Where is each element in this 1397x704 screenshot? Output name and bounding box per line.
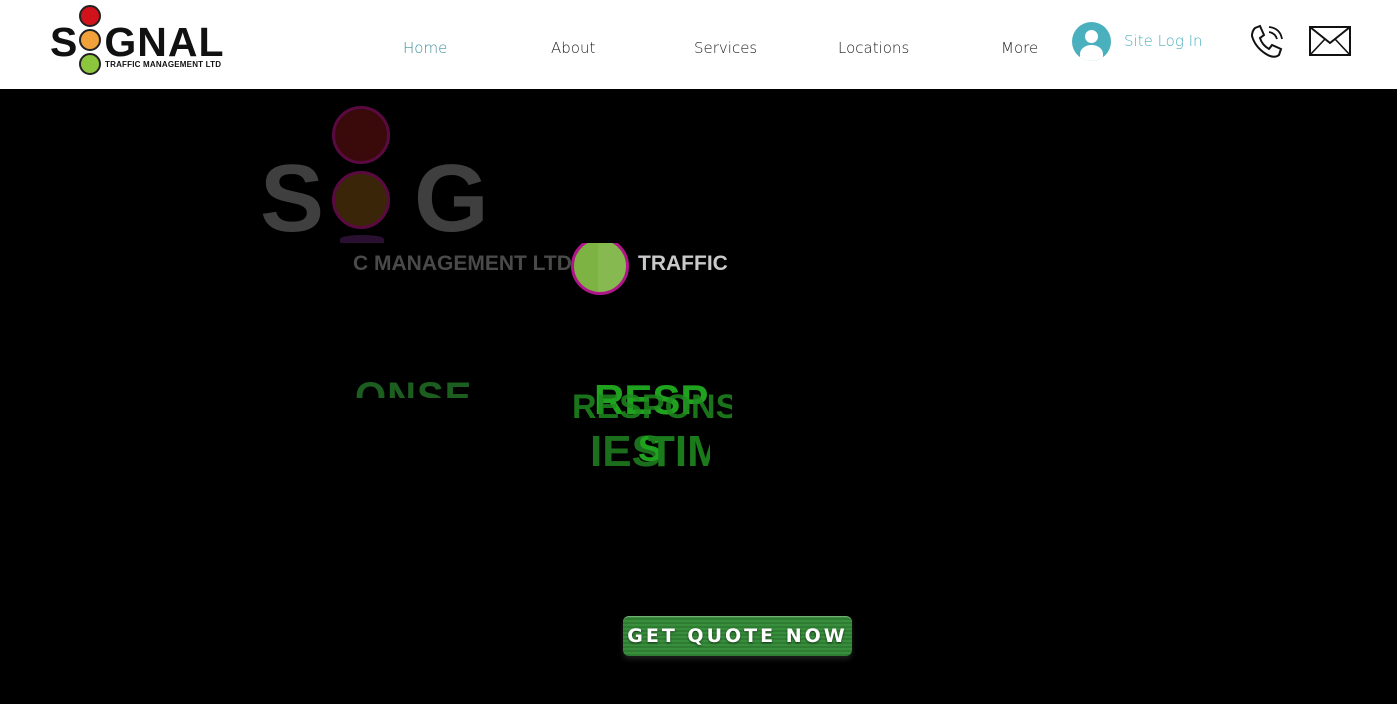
logo-tagline: TRAFFIC MANAGEMENT LTD — [105, 60, 222, 69]
green-light-ball — [571, 237, 629, 295]
hero-section: S G C MANAGEMENT LTD TRAFFIC ONSE RESP R… — [0, 89, 1397, 704]
text-fragment-tim: TIM — [648, 430, 710, 474]
site-login-button[interactable]: Site Log In — [1072, 21, 1203, 61]
logo-word-right: GNAL — [104, 19, 225, 65]
nav-about[interactable]: About — [551, 39, 595, 57]
site-logo[interactable]: S GNAL TRAFFIC MANAGEMENT LTD — [50, 4, 230, 78]
get-quote-button[interactable]: GET QUOTE NOW — [623, 616, 852, 656]
ghost-word-left: S — [260, 145, 325, 252]
ghost-tagline-left: C MANAGEMENT LTD — [353, 252, 572, 275]
ghost-red-light — [332, 106, 390, 164]
ball-mask — [571, 235, 631, 243]
site-header: S GNAL TRAFFIC MANAGEMENT LTD Home About … — [0, 0, 1397, 89]
logo-wordmark: S GNAL — [50, 22, 225, 63]
text-fragment-onse: ONSE — [355, 377, 472, 398]
ghost-amber-light — [332, 171, 390, 229]
phone-icon[interactable] — [1247, 22, 1287, 62]
nav-home[interactable]: Home — [403, 39, 447, 57]
nav-more[interactable]: More — [1001, 39, 1038, 57]
ghost-logo-word: S G — [260, 151, 489, 247]
mail-icon[interactable] — [1309, 26, 1351, 56]
ghost-tagline-right: TRAFFIC — [638, 252, 728, 275]
login-label: Site Log In — [1124, 32, 1203, 50]
logo-word-left: S — [50, 19, 79, 65]
ghost-word-right: G — [414, 145, 489, 252]
text-fragment-response: RESPONSE — [572, 390, 732, 424]
get-quote-label: GET QUOTE NOW — [627, 625, 848, 647]
nav-locations[interactable]: Locations — [838, 39, 909, 57]
nav-services[interactable]: Services — [694, 39, 757, 57]
ghost-green-light-peek — [340, 235, 384, 243]
user-avatar-icon — [1072, 21, 1111, 61]
